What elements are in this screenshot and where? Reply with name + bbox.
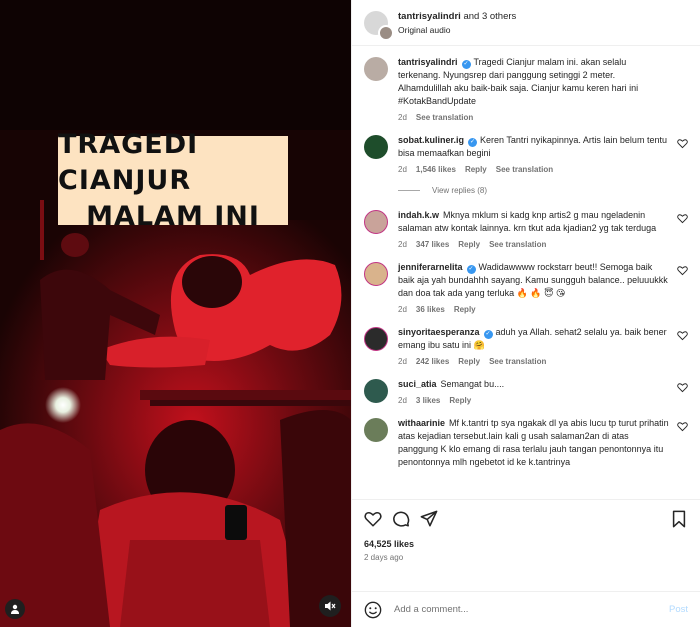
bookmark-icon[interactable] <box>670 510 688 528</box>
comment-likes[interactable]: 3 likes <box>416 396 440 405</box>
heart-icon[interactable] <box>364 510 382 528</box>
comment-time: 2d <box>398 165 407 174</box>
video-title-overlay: TRAGEDI CIANJUR MALAM INI <box>58 129 288 232</box>
post-side-panel: tantrisyalindri and 3 others Original au… <box>351 0 700 627</box>
comment-item: sobat.kuliner.ig ✓ Keren Tantri nyikapinny… <box>364 134 688 174</box>
comment-item: sinyoritaesperanza ✓ aduh ya Allah. sehat2… <box>364 326 688 366</box>
post-actions: 64,525 likes 2 days ago <box>352 499 700 591</box>
heart-icon[interactable] <box>677 382 688 393</box>
reply-button[interactable]: Reply <box>465 165 487 174</box>
avatar[interactable] <box>364 135 388 159</box>
heart-icon[interactable] <box>677 213 688 224</box>
post-date: 2 days ago <box>364 553 404 562</box>
comment-likes[interactable]: 242 likes <box>416 357 449 366</box>
comment-likes[interactable]: 1,546 likes <box>416 165 456 174</box>
comment-username[interactable]: suci_atia <box>398 379 437 389</box>
caption: tantrisyalindri ✓ Tragedi Cianjur malam in… <box>364 56 688 122</box>
verified-badge-icon: ✓ <box>468 138 478 147</box>
add-comment-bar: Post <box>352 591 700 627</box>
speaker-muted-icon <box>325 601 336 611</box>
author-username[interactable]: tantrisyalindri <box>398 11 461 22</box>
post-button[interactable]: Post <box>669 604 688 615</box>
comment-item: suci_atia Semangat bu.... 2d 3 likes Repl… <box>364 378 688 405</box>
likes-count[interactable]: 64,525 likes <box>364 539 688 549</box>
post-media[interactable]: TRAGEDI CIANJUR MALAM INI <box>0 0 351 627</box>
post-header: tantrisyalindri and 3 others Original au… <box>352 0 700 46</box>
avatar[interactable] <box>364 57 388 81</box>
overlay-line-1: TRAGEDI CIANJUR <box>58 128 199 196</box>
comment-input[interactable] <box>394 604 669 615</box>
audio-link[interactable]: Original audio <box>398 25 516 35</box>
see-translation-button[interactable]: See translation <box>489 240 546 249</box>
comments-list[interactable]: tantrisyalindri ✓ Tragedi Cianjur malam in… <box>352 46 700 499</box>
see-translation-button[interactable]: See translation <box>416 113 473 122</box>
verified-badge-icon: ✓ <box>461 60 471 69</box>
heart-icon[interactable] <box>677 265 688 276</box>
avatar[interactable] <box>364 418 388 442</box>
verified-badge-icon: ✓ <box>466 265 476 274</box>
comment-time: 2d <box>398 305 407 314</box>
divider <box>398 190 420 191</box>
share-icon[interactable] <box>420 510 438 528</box>
caption-username[interactable]: tantrisyalindri <box>398 57 458 67</box>
heart-icon[interactable] <box>677 138 688 149</box>
avatar[interactable] <box>364 262 388 286</box>
verified-badge-icon: ✓ <box>483 330 493 339</box>
collaborators-link[interactable]: and 3 others <box>463 11 516 22</box>
avatar <box>378 24 394 41</box>
comment-time: 2d <box>398 396 407 405</box>
avatar[interactable] <box>364 210 388 234</box>
reply-button[interactable]: Reply <box>454 305 476 314</box>
see-translation-button[interactable]: See translation <box>489 357 546 366</box>
reply-button[interactable]: Reply <box>449 396 471 405</box>
comment-username[interactable]: jenniferarnelita <box>398 262 463 272</box>
comment-username[interactable]: withaarinie <box>398 418 445 428</box>
tagged-users-button[interactable] <box>5 599 25 619</box>
avatar[interactable] <box>364 327 388 351</box>
see-translation-button[interactable]: See translation <box>496 165 553 174</box>
comment-time: 2d <box>398 240 407 249</box>
comment-item: withaarinie Mf k.tantri tp sya ngakak dl … <box>364 417 688 469</box>
comment-text: Semangat bu.... <box>440 379 505 389</box>
user-icon <box>11 604 19 614</box>
heart-icon[interactable] <box>677 421 688 432</box>
comment-time: 2d <box>398 357 407 366</box>
avatar[interactable] <box>364 379 388 403</box>
view-replies-label: View replies (8) <box>432 186 487 195</box>
mute-button[interactable] <box>319 595 341 617</box>
comment-item: jenniferarnelita ✓ Wadidawwww rockstarr be… <box>364 261 688 314</box>
overlay-line-2: MALAM INI <box>86 200 260 232</box>
comment-username[interactable]: indah.k.w <box>398 210 439 220</box>
comment-username[interactable]: sobat.kuliner.ig <box>398 135 464 145</box>
comment-icon[interactable] <box>392 510 410 528</box>
emoji-icon[interactable] <box>364 601 382 619</box>
comment-username[interactable]: sinyoritaesperanza <box>398 327 480 337</box>
reply-button[interactable]: Reply <box>458 357 480 366</box>
collab-avatars[interactable] <box>364 10 394 41</box>
heart-icon[interactable] <box>677 330 688 341</box>
reply-button[interactable]: Reply <box>458 240 480 249</box>
comment-item: indah.k.w Mknya mklum si kadg knp artis2 … <box>364 209 688 249</box>
caption-time: 2d <box>398 113 407 122</box>
view-replies-button[interactable]: View replies (8) <box>398 186 688 195</box>
comment-likes[interactable]: 347 likes <box>416 240 449 249</box>
concert-photo <box>0 0 351 627</box>
comment-likes[interactable]: 36 likes <box>416 305 445 314</box>
